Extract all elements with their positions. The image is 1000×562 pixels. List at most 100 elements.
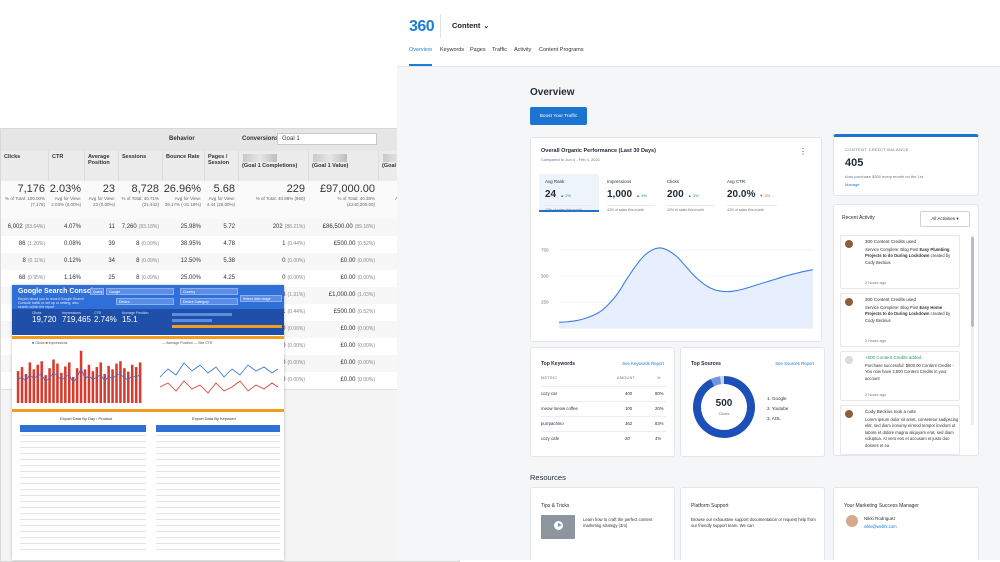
keyword-row[interactable]: cozy cat 400 80% <box>541 386 667 401</box>
manager-email[interactable]: nikki@webfx.com <box>864 524 897 529</box>
date-range-select[interactable]: Select date range <box>240 295 282 302</box>
total-cell: 7,176% of Total: 100.00% (7,176) <box>1 181 49 207</box>
table-row-line <box>156 477 280 478</box>
brand-logo[interactable]: 360 <box>409 18 434 36</box>
content-dashboard: 360 Content⌄ Overview Keywords Pages Tra… <box>397 0 1000 560</box>
table-row-line <box>20 453 146 454</box>
clicks-bar <box>115 364 118 403</box>
metric-delta: ▼ 2% <box>759 193 770 198</box>
table-row-line <box>20 501 146 502</box>
tips-card[interactable]: Tips & Tricks Learn how to craft the per… <box>530 487 675 560</box>
metric-avg-ctr[interactable]: Avg CTR 20.0%▼ 2% 42% of sales this mont… <box>721 174 783 212</box>
metric-clicks[interactable]: Clicks 200▲ 3% 42% of sales this month <box>661 174 721 212</box>
keyword-percent: 80% <box>655 391 664 396</box>
table-row-line <box>156 549 280 550</box>
avatar <box>845 240 853 248</box>
keyword-row[interactable]: meow meow coffee 100 20% <box>541 401 667 416</box>
metric-impressions[interactable]: Impressions 1,000▲ 3% 42% of sales this … <box>601 174 661 212</box>
metric-note: 42% of sales this month <box>607 205 655 212</box>
clicks-bar <box>119 361 122 403</box>
support-body: Browse our exhaustive support documentat… <box>691 517 817 529</box>
clicks-bar <box>36 365 39 403</box>
sources-report-link[interactable]: See Sources Report <box>775 361 814 366</box>
table-row-line <box>156 531 280 532</box>
credit-note: Auto-purchase $300 every month on the 1s… <box>845 174 923 179</box>
clicks-bar-chart <box>16 345 146 407</box>
y-tick-label: 500 <box>541 274 549 279</box>
more-options-icon[interactable]: ⋮ <box>799 147 807 156</box>
context-switcher[interactable]: Content⌄ <box>452 21 489 30</box>
activity-item[interactable]: 300 Content Credits used Service Complet… <box>840 235 960 289</box>
activity-item[interactable]: Cody Beckius took a note Lorem ipsum dol… <box>840 405 960 455</box>
manage-link[interactable]: Manage <box>845 182 859 187</box>
y-tick-label: 750 <box>541 248 549 253</box>
kpi-strip: Clicks19,720 Impressions719,465 CTR2.74%… <box>12 309 284 335</box>
tab-traffic[interactable]: Traffic <box>492 47 507 64</box>
sheet-cell: 8(0.11%) <box>1 258 49 264</box>
clicks-bar <box>139 362 142 403</box>
query-control[interactable]: Query <box>90 288 104 295</box>
tab-pages[interactable]: Pages <box>470 47 486 64</box>
support-card[interactable]: Platform Support Browse our exhaustive s… <box>680 487 825 560</box>
tips-title: Tips & Tricks <box>541 503 569 509</box>
line-legend: — Average Position — Site CTR <box>162 341 212 345</box>
activity-item[interactable]: 300 Content Credits used Service Complet… <box>840 293 960 347</box>
activity-body: Service Complete: Blog Post Easy Home Pr… <box>865 305 959 324</box>
metric-avg-rank[interactable]: Avg Rank 24▲ 2% 42% of sales this month <box>539 174 599 212</box>
col-pages-session[interactable]: Pages / Session <box>205 151 239 181</box>
device-category-select[interactable]: Device Category <box>180 298 238 305</box>
activity-scrollbar-thumb[interactable] <box>971 237 974 327</box>
goal-select[interactable]: Goal 1 <box>277 133 377 145</box>
col-percent: % <box>657 376 661 380</box>
keyword-row[interactable]: purrpachino 362 83% <box>541 416 667 431</box>
kpi-avg-position: Average Position15.1 <box>122 311 148 324</box>
redacted-label <box>243 154 277 162</box>
property-select[interactable]: Google <box>106 288 174 295</box>
activity-filter-select[interactable]: All Activities ▾ <box>920 211 970 227</box>
device-select[interactable]: Device <box>116 298 174 305</box>
mini-filter-bar <box>172 319 212 322</box>
col-goal-value[interactable]: (Goal 1 Value) <box>309 151 379 181</box>
avg-position-line <box>160 363 278 377</box>
total-cell: £97,000.00% of Total: 40.38% (£240,200.0… <box>309 181 379 207</box>
activity-time: 2 hours ago <box>865 338 886 343</box>
sheet-cell: 1.16% <box>49 275 85 281</box>
boost-traffic-button[interactable]: Boost Your Traffic <box>530 107 587 125</box>
metric-value: 20.0% <box>727 189 755 200</box>
video-thumbnail[interactable] <box>541 515 575 539</box>
tab-content-programs[interactable]: Content Programs <box>539 47 584 64</box>
sheet-row: 6,002(83.64%)4.07%117,260(83.18%)25.98%5… <box>1 219 459 237</box>
col-sessions[interactable]: Sessions <box>119 151 163 181</box>
manager-name: Nikki Rodriguez <box>864 516 896 521</box>
clicks-bar <box>80 351 83 403</box>
col-bounce-rate[interactable]: Bounce Rate <box>163 151 205 181</box>
keywords-report-link[interactable]: See Keywords Report <box>622 361 664 366</box>
col-ctr[interactable]: CTR <box>49 151 85 181</box>
keyword: cozy cat <box>541 391 557 396</box>
sheet-cell: £0.00(0.00%) <box>309 275 379 281</box>
clicks-bar <box>33 369 36 403</box>
table-row-line <box>20 465 146 466</box>
col-avg-position[interactable]: Average Position <box>85 151 119 181</box>
sheet-cell: 202(88.21%) <box>239 224 309 230</box>
clicks-bar <box>107 366 110 403</box>
table1-title: Export Data By Day / Product <box>60 416 112 421</box>
behavior-label: Behavior <box>169 136 195 142</box>
clicks-bar <box>48 368 51 403</box>
tab-overview[interactable]: Overview <box>409 47 432 66</box>
tab-activity[interactable]: Activity <box>514 47 531 64</box>
table-row-line <box>156 495 280 496</box>
tab-keywords[interactable]: Keywords <box>440 47 464 64</box>
totals-row: 7,176% of Total: 100.00% (7,176) 2.03%Av… <box>1 181 459 220</box>
table-row-line <box>20 549 146 550</box>
search-console-report: Google Search Console Report about you t… <box>12 285 284 560</box>
keyword: meow meow coffee <box>541 406 578 411</box>
sheet-cell: £0.00(0.00%) <box>309 377 379 383</box>
table-row-line <box>156 453 280 454</box>
col-clicks[interactable]: Clicks <box>1 151 49 181</box>
keyword-row[interactable]: cozy cafe 20 4% <box>541 431 667 446</box>
keyword-amount: 400 <box>625 391 632 396</box>
col-goal-completions[interactable]: (Goal 1 Completions) <box>239 151 309 181</box>
activity-item[interactable]: +500 Content Credits added Purchase succ… <box>840 351 960 401</box>
country-select[interactable]: Country <box>180 288 238 295</box>
